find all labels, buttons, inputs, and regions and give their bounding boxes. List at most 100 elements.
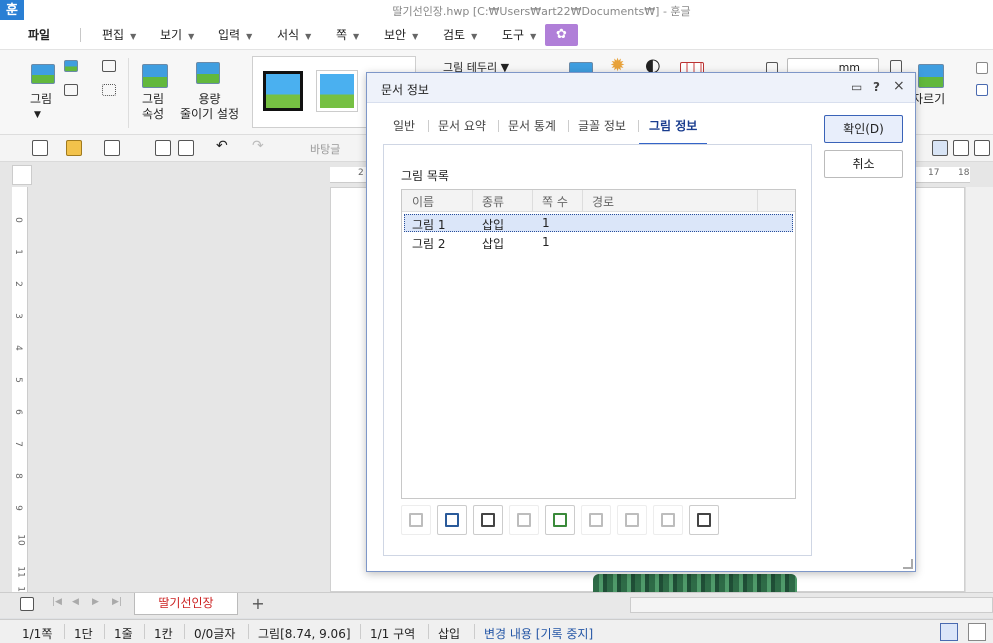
vertical-scrollbar[interactable] xyxy=(965,187,993,592)
status-section: 1/1 구역 xyxy=(370,627,416,641)
list-item[interactable]: 그림 2 삽입 1 xyxy=(404,234,793,252)
menu-page[interactable]: 쪽 ▼ xyxy=(336,26,359,43)
status-object: 그림[8.74, 9.06] xyxy=(258,627,351,641)
option-checkbox[interactable] xyxy=(976,62,988,74)
style-thumbnail-black-frame[interactable] xyxy=(263,71,303,111)
edit-icon[interactable] xyxy=(617,505,647,535)
document-info-dialog: 문서 정보 ▭ ? × 일반 문서 요약 문서 통계 글꼴 정보 그림 정보 그… xyxy=(366,72,916,572)
menu-file[interactable]: 파일 xyxy=(28,26,50,43)
insert-picture-small-icon[interactable] xyxy=(64,60,78,72)
tab-document[interactable]: 딸기선인장 xyxy=(134,593,238,615)
save-icon[interactable] xyxy=(689,505,719,535)
window-title: 딸기선인장.hwp [C:₩Users₩art22₩Documents₩] - … xyxy=(392,5,691,18)
tab-font-info[interactable]: 글꼴 정보 xyxy=(578,117,626,134)
save-icon[interactable] xyxy=(104,140,120,156)
cancel-button[interactable]: 취소 xyxy=(824,150,903,178)
menu-view[interactable]: 보기 ▼ xyxy=(160,26,194,43)
align-justify-icon[interactable] xyxy=(932,140,948,156)
status-page[interactable]: 1/1쪽 xyxy=(22,625,52,642)
align-center-icon[interactable] xyxy=(974,140,990,156)
list-item[interactable]: 그림 1 삽입 1 xyxy=(404,214,793,232)
status-column: 1단 xyxy=(74,627,93,641)
extract-icon[interactable] xyxy=(473,505,503,535)
duplicate-icon[interactable] xyxy=(653,505,683,535)
status-bar: 1/1쪽 1단 1줄 1칸 0/0글자 그림[8.74, 9.06] 1/1 구… xyxy=(0,619,993,643)
status-line: 1줄 xyxy=(114,627,133,641)
contrast-icon[interactable]: ◐ xyxy=(645,57,661,75)
rotate-icon[interactable] xyxy=(102,60,116,72)
tab-picture-info[interactable]: 그림 정보 xyxy=(649,117,697,134)
crop-label[interactable]: 자르기 xyxy=(912,92,945,107)
picture-list-title: 그림 목록 xyxy=(401,169,449,183)
horizontal-scrollbar[interactable] xyxy=(630,597,993,613)
full-screen-icon[interactable] xyxy=(968,623,986,641)
crop-icon[interactable] xyxy=(918,64,944,88)
vertical-ruler[interactable]: 0 1 2 3 4 5 6 7 8 9 10 11 12 xyxy=(12,187,28,598)
ribbon-divider xyxy=(128,58,129,128)
ok-button[interactable]: 확인(D) xyxy=(824,115,903,143)
last-tab-icon[interactable]: ▶| xyxy=(112,597,122,607)
comment-icon[interactable]: ▭ xyxy=(851,80,862,94)
select-area-icon[interactable] xyxy=(102,84,116,96)
copy-out-icon[interactable] xyxy=(401,505,431,535)
status-track-changes[interactable]: 변경 내용 [기록 중지] xyxy=(484,625,593,642)
menu-edit[interactable]: 편집 ▼ xyxy=(102,26,136,43)
status-char: 1칸 xyxy=(154,627,173,641)
preview-icon[interactable] xyxy=(178,140,194,156)
close-button[interactable]: × xyxy=(893,78,905,94)
menu-format[interactable]: 서식 ▼ xyxy=(277,26,311,43)
resize-grip[interactable] xyxy=(903,559,913,569)
align-left-icon[interactable] xyxy=(953,140,969,156)
column-type[interactable]: 종류 xyxy=(482,193,504,210)
arrange-icon[interactable] xyxy=(64,84,78,96)
insert-picture-icon[interactable] xyxy=(545,505,575,535)
dialog-title-bar[interactable]: 문서 정보 ▭ ? × xyxy=(367,73,915,103)
column-path[interactable]: 경로 xyxy=(592,193,614,210)
reduce-size-label[interactable]: 용량 줄이기 설정 xyxy=(180,92,239,122)
menu-bar: 파일 편집 ▼ 보기 ▼ 입력 ▼ 서식 ▼ 쪽 ▼ 보안 ▼ 검토 ▼ 도구 ▼ ✿ xyxy=(0,20,993,50)
help-button[interactable]: ? xyxy=(873,80,880,94)
tab-general[interactable]: 일반 xyxy=(393,117,415,134)
open-folder-icon[interactable] xyxy=(66,140,82,156)
column-name[interactable]: 이름 xyxy=(412,193,434,210)
option-icon[interactable] xyxy=(976,84,988,96)
tulip-icon[interactable]: ✿ xyxy=(545,24,578,46)
menu-insert[interactable]: 입력 ▼ xyxy=(218,26,252,43)
picture-list[interactable]: 이름 종류 쪽 수 경로 그림 1 삽입 1 그림 2 삽입 1 xyxy=(401,189,796,499)
add-tab-button[interactable]: + xyxy=(245,594,271,616)
ruler-corner[interactable] xyxy=(12,165,32,185)
style-selector[interactable]: 바탕글 xyxy=(310,141,340,157)
tab-statistics[interactable]: 문서 통계 xyxy=(508,117,556,134)
reduce-size-icon[interactable] xyxy=(196,62,220,84)
align-icon[interactable] xyxy=(581,505,611,535)
print-icon[interactable] xyxy=(155,140,171,156)
group-icon[interactable] xyxy=(509,505,539,535)
document-tab-bar: |◀ ◀ ▶ ▶| 딸기선인장 + xyxy=(0,592,993,618)
tab-list-icon[interactable] xyxy=(20,597,34,611)
title-bar: 훈 딸기선인장.hwp [C:₩Users₩art22₩Documents₩] … xyxy=(0,0,993,22)
new-document-icon[interactable] xyxy=(32,140,48,156)
column-page[interactable]: 쪽 수 xyxy=(542,193,568,210)
normal-view-icon[interactable] xyxy=(940,623,958,641)
redo-icon[interactable]: ↷ xyxy=(252,138,268,154)
cactus-picture[interactable] xyxy=(593,574,797,593)
menu-review[interactable]: 검토 ▼ xyxy=(443,26,477,43)
menu-security[interactable]: 보안 ▼ xyxy=(384,26,418,43)
picture-button-label[interactable]: 그림 xyxy=(30,92,52,107)
menu-tools[interactable]: 도구 ▼ xyxy=(502,26,536,43)
picture-dropdown-caret[interactable]: ▼ xyxy=(34,108,41,123)
picture-icon[interactable] xyxy=(31,64,55,84)
first-tab-icon[interactable]: |◀ xyxy=(52,597,62,607)
status-insert-mode[interactable]: 삽입 xyxy=(438,625,460,642)
picture-properties-label[interactable]: 그림 속성 xyxy=(142,92,164,122)
undo-icon[interactable]: ↶ xyxy=(216,138,232,154)
style-thumbnail-white-frame[interactable] xyxy=(317,71,357,111)
brightness-icon[interactable]: ✹ xyxy=(610,57,625,75)
next-tab-icon[interactable]: ▶ xyxy=(92,597,99,607)
dialog-title: 문서 정보 xyxy=(381,83,429,97)
picture-properties-icon[interactable] xyxy=(142,64,168,88)
tab-summary[interactable]: 문서 요약 xyxy=(438,117,486,134)
status-char-count: 0/0글자 xyxy=(194,627,236,641)
save-as-icon[interactable] xyxy=(437,505,467,535)
prev-tab-icon[interactable]: ◀ xyxy=(72,597,79,607)
